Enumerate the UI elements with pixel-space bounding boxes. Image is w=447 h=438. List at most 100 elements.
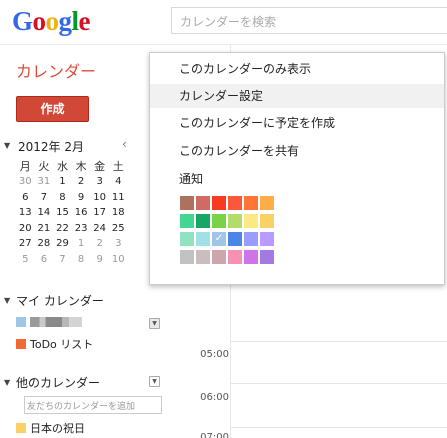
color-swatch[interactable] <box>260 250 274 264</box>
create-button[interactable]: 作成 <box>16 96 89 122</box>
mini-calendar-day[interactable]: 4 <box>109 174 128 190</box>
mini-calendar-day[interactable]: 17 <box>90 205 109 221</box>
color-swatch[interactable] <box>180 250 194 264</box>
mini-calendar-day[interactable]: 7 <box>53 252 72 268</box>
color-swatch[interactable] <box>196 214 210 228</box>
weekday-label: 月 <box>19 160 31 173</box>
mini-calendar-day[interactable]: 29 <box>53 236 72 252</box>
calendar-options-menu: このカレンダーのみ表示 カレンダー設定 このカレンダーに予定を作成 このカレンダ… <box>149 52 445 285</box>
mini-calendar-day[interactable]: 1 <box>72 236 91 252</box>
logo-letter: e <box>78 6 91 36</box>
mini-calendar-day[interactable]: 21 <box>35 221 54 237</box>
other-calendars-header[interactable]: ▼ 他のカレンダー <box>4 374 100 391</box>
mini-calendar-day[interactable]: 1 <box>53 174 72 190</box>
add-friend-calendar-input[interactable]: 友だちのカレンダーを追加 <box>24 396 162 414</box>
mini-calendar-day[interactable]: 25 <box>109 221 128 237</box>
color-swatch[interactable] <box>228 214 242 228</box>
mini-calendar-day[interactable]: 27 <box>16 236 35 252</box>
mini-calendar-day[interactable]: 10 <box>90 190 109 206</box>
mini-calendar-day[interactable]: 10 <box>109 252 128 268</box>
color-swatch[interactable] <box>196 196 210 210</box>
color-swatch[interactable] <box>228 232 242 246</box>
color-swatch[interactable] <box>260 232 274 246</box>
mini-calendar-day[interactable]: 16 <box>72 205 91 221</box>
mini-calendar-day[interactable]: 3 <box>90 174 109 190</box>
mini-calendar-day[interactable]: 6 <box>16 190 35 206</box>
color-swatch[interactable] <box>244 232 258 246</box>
color-swatch[interactable] <box>244 196 258 210</box>
menu-item-show-only-this[interactable]: このカレンダーのみ表示 <box>150 57 444 81</box>
mini-calendar-day[interactable]: 23 <box>72 221 91 237</box>
mini-calendar-day[interactable]: 2 <box>72 174 91 190</box>
collapse-triangle-icon[interactable]: ▼ <box>4 141 10 150</box>
mini-calendar-day[interactable]: 14 <box>35 205 54 221</box>
mini-calendar-day[interactable]: 20 <box>16 221 35 237</box>
color-swatch[interactable] <box>260 214 274 228</box>
color-swatch[interactable] <box>212 250 226 264</box>
mini-calendar-week: 6 7 8 9 10 11 <box>16 190 128 206</box>
menu-item-create-event[interactable]: このカレンダーに予定を作成 <box>150 111 444 135</box>
color-swatch[interactable] <box>212 214 226 228</box>
color-swatch[interactable] <box>180 214 194 228</box>
mini-calendar: 月火水木金土 30 31 1 2 3 4 6 7 8 9 10 11 13 14 15 16 17 18 20 21 2… <box>16 158 128 267</box>
search-input[interactable]: カレンダーを検索 <box>171 7 447 34</box>
time-label: 06:00 <box>200 392 229 403</box>
mini-calendar-week: 13 14 15 16 17 18 <box>16 205 128 221</box>
mini-calendar-week: 27 28 29 1 2 3 <box>16 236 128 252</box>
mini-calendar-day[interactable]: 15 <box>53 205 72 221</box>
calendar-item-label: 日本の祝日 <box>30 422 85 435</box>
color-swatch[interactable] <box>228 196 242 210</box>
other-calendars-title: 他のカレンダー <box>16 376 101 390</box>
mini-calendar-day[interactable]: 6 <box>35 252 54 268</box>
calendar-color-swatch <box>16 423 26 433</box>
google-logo[interactable]: Google <box>12 6 91 37</box>
logo-letter: o <box>45 6 60 36</box>
weekday-label: 土 <box>112 160 124 173</box>
color-swatch[interactable] <box>244 250 258 264</box>
mini-calendar-day[interactable]: 2 <box>90 236 109 252</box>
other-calendars-dropdown-icon[interactable]: ▼ <box>149 376 160 387</box>
calendar-item-todo[interactable]: ToDo リスト <box>16 336 93 352</box>
mini-calendar-day[interactable]: 31 <box>35 174 54 190</box>
app-title: カレンダー <box>16 62 97 81</box>
menu-item-notifications[interactable]: 通知 <box>150 167 444 191</box>
logo-letter: o <box>32 6 47 36</box>
time-label: 05:00 <box>200 349 229 360</box>
mini-calendar-day[interactable]: 7 <box>35 190 54 206</box>
color-swatch[interactable] <box>196 232 210 246</box>
mini-calendar-day[interactable]: 8 <box>72 252 91 268</box>
color-swatch[interactable] <box>180 196 194 210</box>
calendar-menu-dropdown-icon[interactable]: ▼ <box>149 318 160 329</box>
calendar-item-holidays[interactable]: 日本の祝日 <box>16 420 85 436</box>
my-calendars-header[interactable]: ▼ マイ カレンダー <box>4 292 104 309</box>
mini-calendar-day[interactable]: 13 <box>16 205 35 221</box>
color-swatch[interactable] <box>244 214 258 228</box>
mini-calendar-day[interactable]: 9 <box>90 252 109 268</box>
color-swatch[interactable] <box>260 196 274 210</box>
color-swatch[interactable] <box>228 250 242 264</box>
mini-calendar-day[interactable]: 22 <box>53 221 72 237</box>
previous-month-button[interactable]: ‹ <box>122 137 127 151</box>
menu-item-share-calendar[interactable]: このカレンダーを共有 <box>150 139 444 163</box>
calendar-color-swatch <box>16 317 26 327</box>
calendar-item-personal[interactable] <box>16 317 82 327</box>
color-swatch[interactable] <box>180 232 194 246</box>
mini-calendar-day[interactable]: 30 <box>16 174 35 190</box>
mini-calendar-day[interactable]: 3 <box>109 236 128 252</box>
weekday-label: 水 <box>56 160 68 173</box>
grid-hour-line <box>230 341 447 342</box>
mini-calendar-day[interactable]: 28 <box>35 236 54 252</box>
logo-letter: l <box>71 6 80 36</box>
mini-calendar-day[interactable]: 5 <box>16 252 35 268</box>
mini-calendar-day[interactable]: 9 <box>72 190 91 206</box>
color-swatch[interactable] <box>196 250 210 264</box>
mini-calendar-day[interactable]: 11 <box>109 190 128 206</box>
mini-calendar-week: 20 21 22 23 24 25 <box>16 221 128 237</box>
mini-calendar-day[interactable]: 18 <box>109 205 128 221</box>
color-swatch[interactable] <box>212 196 226 210</box>
menu-item-calendar-settings[interactable]: カレンダー設定 <box>150 84 444 108</box>
weekday-label: 金 <box>94 160 106 173</box>
mini-calendar-title[interactable]: 2012年 2月 <box>18 138 84 155</box>
mini-calendar-day[interactable]: 24 <box>90 221 109 237</box>
mini-calendar-day[interactable]: 8 <box>53 190 72 206</box>
